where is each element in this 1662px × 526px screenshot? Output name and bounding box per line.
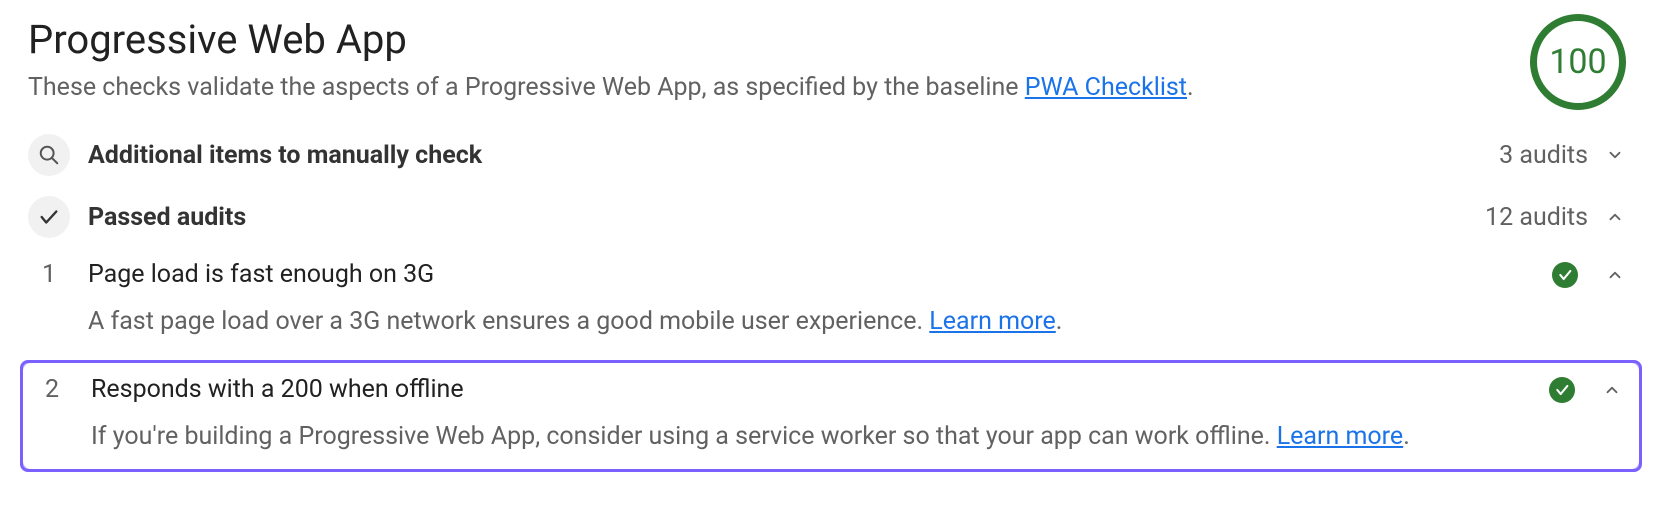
audit-index: 1	[28, 260, 70, 289]
section-passed-title: Passed audits	[88, 203, 1485, 232]
audit-desc-suffix: .	[1056, 307, 1063, 336]
audit-header[interactable]: 1 Page load is fast enough on 3G	[28, 248, 1634, 301]
subtitle-text: These checks validate the aspects of a P…	[28, 73, 1025, 102]
section-manual-count: 3 audits	[1499, 141, 1588, 170]
page-subtitle: These checks validate the aspects of a P…	[28, 73, 1530, 102]
audit-description: If you're building a Progressive Web App…	[31, 416, 1631, 469]
pwa-checklist-link[interactable]: PWA Checklist	[1025, 73, 1187, 102]
check-icon	[28, 196, 70, 238]
audit-description: A fast page load over a 3G network ensur…	[28, 301, 1634, 354]
search-icon	[28, 134, 70, 176]
audit-item-highlighted: 2 Responds with a 200 when offline If yo…	[20, 360, 1642, 472]
section-manual-title: Additional items to manually check	[88, 141, 1499, 170]
section-manual-checks[interactable]: Additional items to manually check 3 aud…	[28, 124, 1634, 186]
learn-more-link[interactable]: Learn more	[1277, 422, 1403, 451]
section-passed-audits[interactable]: Passed audits 12 audits	[28, 186, 1634, 248]
page-title: Progressive Web App	[28, 16, 1530, 63]
section-passed-count: 12 audits	[1485, 203, 1588, 232]
audit-header[interactable]: 2 Responds with a 200 when offline	[31, 363, 1631, 416]
pass-badge-icon	[1549, 377, 1575, 403]
score-gauge: 100	[1530, 14, 1626, 110]
chevron-up-icon	[1603, 381, 1621, 399]
audit-title: Page load is fast enough on 3G	[88, 260, 1552, 289]
chevron-up-icon	[1606, 208, 1624, 226]
audit-desc-suffix: .	[1403, 422, 1410, 451]
audit-title: Responds with a 200 when offline	[91, 375, 1549, 404]
audit-desc-text: If you're building a Progressive Web App…	[91, 422, 1277, 451]
audit-item: 1 Page load is fast enough on 3G A fast …	[28, 248, 1634, 360]
subtitle-suffix: .	[1187, 73, 1194, 102]
audit-desc-text: A fast page load over a 3G network ensur…	[88, 307, 929, 336]
pass-badge-icon	[1552, 262, 1578, 288]
audit-index: 2	[31, 375, 73, 404]
chevron-down-icon	[1606, 146, 1624, 164]
score-value: 100	[1549, 42, 1606, 82]
chevron-up-icon	[1606, 266, 1624, 284]
learn-more-link[interactable]: Learn more	[929, 307, 1055, 336]
